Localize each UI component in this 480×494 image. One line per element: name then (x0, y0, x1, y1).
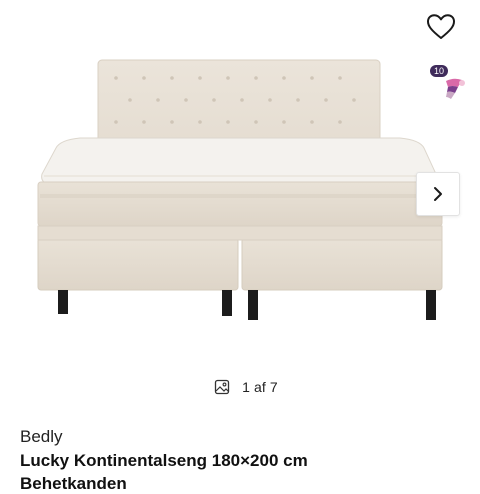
product-subtitle: Behetkanden (20, 474, 127, 493)
chevron-right-icon (434, 187, 442, 201)
color-swatch-icon (446, 78, 465, 99)
image-counter: 1 af 7 (0, 376, 480, 398)
product-brand[interactable]: Bedly (20, 427, 63, 447)
product-image[interactable] (0, 0, 480, 362)
product-image-gallery[interactable]: 10 (0, 0, 480, 362)
color-variants-button[interactable]: 10 (430, 64, 470, 104)
product-title: Lucky Kontinentalseng 180×200 cm (20, 451, 308, 470)
wishlist-button[interactable] (422, 8, 460, 46)
heart-icon (427, 14, 455, 39)
image-icon (214, 379, 230, 395)
image-counter-text: 1 af 7 (242, 379, 278, 395)
next-image-button[interactable] (416, 172, 460, 216)
